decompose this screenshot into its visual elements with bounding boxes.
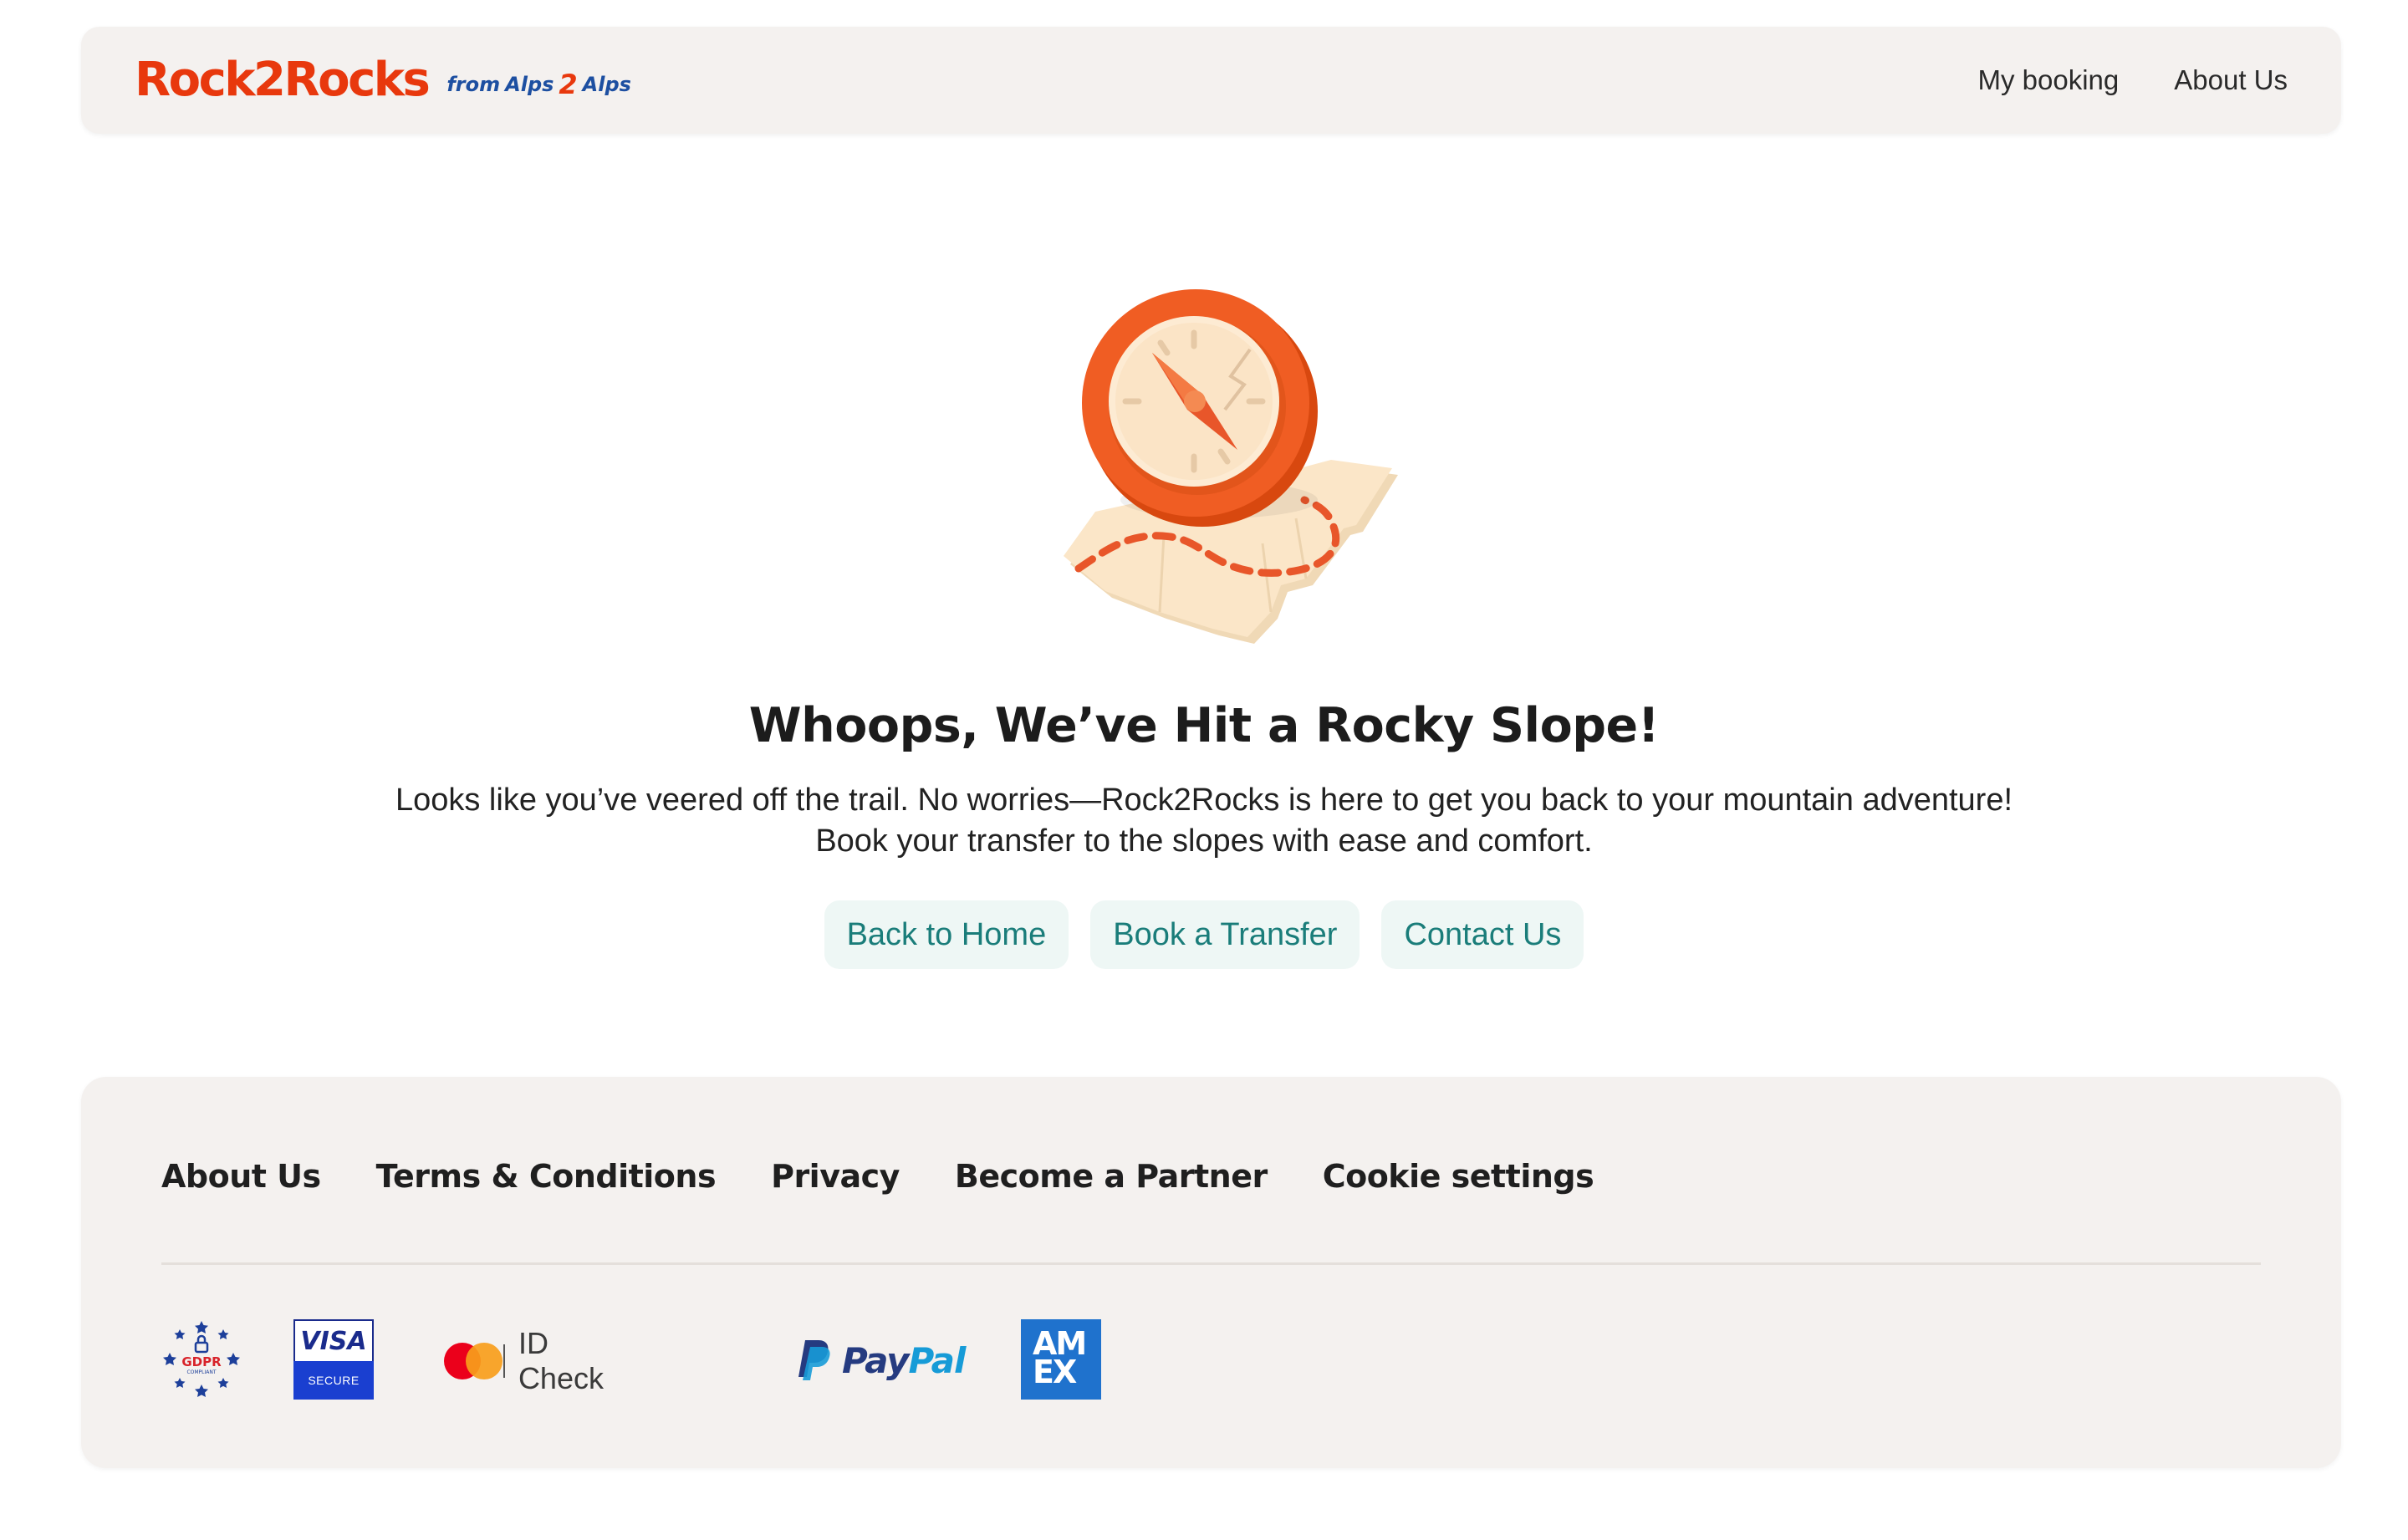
mastercard-id-check-badge: ID Check [444,1326,616,1395]
contact-us-button[interactable]: Contact Us [1381,900,1584,969]
logo-alps-1: Alps [505,73,554,96]
cta-row: Back to Home Book a Transfer Contact Us [0,900,2408,969]
mastercard-icon [444,1343,503,1379]
site-header: Rock2Rocks from Alps 2 Alps My booking A… [81,27,2341,134]
paypal-icon [798,1340,830,1380]
nav-about-us[interactable]: About Us [2174,64,2288,96]
error-message-line-1: Looks like you’ve veered off the trail. … [395,783,2013,818]
back-to-home-button[interactable]: Back to Home [824,900,1069,969]
compass-icon [1082,289,1318,527]
paypal-badge: PayPal [797,1336,967,1384]
logo-tagline: from Alps 2 Alps [446,69,631,104]
visa-label: VISA [293,1319,374,1361]
header-nav: My booking About Us [1977,64,2288,96]
gdpr-label: GDPR [181,1354,222,1369]
amex-badge: AM EX [1021,1319,1101,1400]
footer-link-partner[interactable]: Become a Partner [955,1158,1268,1195]
paypal-wordmark-pay: Pay [842,1339,910,1381]
id-check-label: ID Check [518,1326,604,1395]
visa-sublabel: SECURE [293,1361,374,1400]
paypal-wordmark-pal: Pal [908,1339,967,1381]
footer-links: About Us Terms & Conditions Privacy Beco… [161,1158,1594,1195]
footer-link-cookie-settings[interactable]: Cookie settings [1323,1158,1594,1195]
book-transfer-button[interactable]: Book a Transfer [1090,900,1360,969]
logo-from: from [446,73,501,96]
logo-alps-2: Alps [582,73,631,96]
compass-on-map-icon [1064,289,1398,644]
mastercard-separator [503,1344,505,1378]
brand-logo[interactable]: Rock2Rocks from Alps 2 Alps [135,57,631,104]
footer-link-about-us[interactable]: About Us [161,1158,321,1195]
error-title: Whoops, We’ve Hit a Rocky Slope! [748,698,1660,753]
logo-z: 2 [559,69,578,100]
footer-link-terms[interactable]: Terms & Conditions [376,1158,717,1195]
visa-secure-badge: VISA SECURE [293,1319,374,1400]
gdpr-sublabel: COMPLIANT [186,1369,216,1375]
logo-wordmark: Rock2Rocks [135,53,431,107]
gdpr-badge-icon: GDPR COMPLIANT [163,1321,240,1397]
footer-link-privacy[interactable]: Privacy [771,1158,900,1195]
site-footer: About Us Terms & Conditions Privacy Beco… [81,1077,2341,1468]
footer-divider [161,1262,2261,1265]
error-message-line-2: Book your transfer to the slopes with ea… [815,824,1593,859]
error-message: Looks like you’ve veered off the trail. … [0,780,2408,862]
amex-label-2: EX [1033,1354,1077,1390]
nav-my-booking[interactable]: My booking [1977,64,2119,96]
paypal-wordmark: PayPal [842,1339,967,1381]
